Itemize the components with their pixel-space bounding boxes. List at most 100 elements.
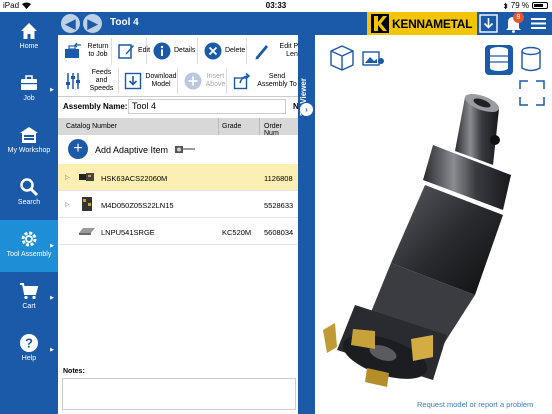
kennametal-k-logo [371, 14, 389, 33]
submenu-arrow-icon: ▶ [50, 295, 54, 301]
cylinder-view-icon[interactable] [521, 46, 541, 72]
sidebar-item-my-workshop[interactable]: My Workshop [0, 116, 58, 168]
toolbar-row-1: Return to Job Edit Details Delete Edit P… [58, 38, 298, 68]
return-to-job-button[interactable]: Return to Job [61, 38, 112, 64]
cube-view-icon[interactable] [330, 45, 354, 71]
edit-pro-length-button[interactable]: Edit Pro Len [250, 38, 298, 64]
forward-button[interactable]: ▶ [83, 14, 102, 33]
cart-icon [20, 283, 39, 300]
submenu-arrow-icon: ▶ [50, 347, 54, 353]
sliders-icon [66, 73, 80, 89]
feeds-and-speeds-button[interactable]: Feeds and Speeds [61, 68, 119, 94]
battery-fill [534, 4, 543, 7]
download-model-icon [124, 72, 142, 90]
edit-icon [118, 44, 134, 59]
bluetooth-icon [503, 2, 508, 9]
order-number: 1126808 [264, 174, 293, 183]
status-time: 03:33 [265, 1, 287, 10]
sidebar-item-job[interactable]: Job ▶ [0, 64, 58, 116]
column-order-number[interactable]: Order Num [264, 123, 298, 137]
info-icon [153, 42, 171, 60]
back-button[interactable]: ◀ [61, 14, 80, 33]
home-icon [21, 23, 37, 39]
table-row[interactable]: LNPU541SRGE KC520M 5608034 [58, 218, 298, 245]
edit-pro-length-label: Edit Pro Len [279, 43, 298, 58]
svg-text:?: ? [25, 336, 33, 351]
help-icon: ? [20, 334, 38, 352]
collapse-viewer-button[interactable]: › [300, 103, 313, 116]
column-divider [259, 118, 260, 135]
toolbar-row-2: Feeds and Speeds Download Model Insert A… [58, 68, 298, 96]
workshop-icon [20, 127, 38, 143]
sidebar-item-label: Home [19, 43, 39, 50]
insert-above-button[interactable]: Insert Above [181, 68, 227, 94]
assembly-name-input[interactable]: Tool 4 [128, 99, 286, 114]
expand-icon[interactable]: ▷ [65, 201, 70, 208]
sidebar-item-tool-assembly[interactable]: Tool Assembly ▶ [0, 220, 58, 272]
brand-logo: KENNAMETAL [367, 12, 477, 35]
order-number: 5608034 [264, 228, 294, 237]
fit-screen-icon[interactable] [519, 80, 545, 106]
download-icon[interactable] [479, 14, 498, 33]
insert-above-label: Insert Above [205, 73, 226, 88]
sidebar-item-label: Search [17, 199, 41, 206]
details-button[interactable]: Details [150, 38, 198, 64]
screenshot-icon[interactable] [362, 51, 384, 66]
feeds-and-speeds-label: Feeds and Speeds [89, 69, 114, 92]
report-problem-link[interactable]: Request model or report a problem [417, 400, 533, 409]
sidebar-item-label: Tool Assembly [6, 251, 52, 258]
edit-button[interactable]: Edit [114, 38, 151, 64]
sidebar-item-label: Help [21, 355, 37, 362]
submenu-arrow-icon: ▶ [50, 243, 54, 249]
notes-textarea[interactable] [62, 378, 296, 410]
menu-icon[interactable] [529, 14, 548, 33]
add-adaptive-item-row[interactable]: + Add Adaptive Item [58, 136, 298, 163]
sidebar-item-label: My Workshop [7, 147, 51, 154]
send-assembly-label: Send Assembly To [257, 73, 297, 88]
sidebar-item-cart[interactable]: Cart ▶ [0, 272, 58, 324]
sidebar-item-help[interactable]: ? Help ▶ [0, 324, 58, 376]
plus-circle-icon [184, 72, 202, 90]
3d-viewer-panel[interactable] [315, 35, 552, 414]
battery-percent: 79 % [510, 1, 529, 10]
download-model-label: Download Model [145, 73, 177, 88]
viewer-tab[interactable]: 3D Viewer › [298, 35, 315, 414]
column-catalog-number[interactable]: Catalog Number [66, 123, 117, 130]
sidebar-item-home[interactable]: Home [0, 12, 58, 64]
return-to-job-label: Return to Job [87, 43, 109, 58]
search-icon [20, 178, 39, 197]
edit-length-icon [255, 45, 268, 60]
grade: KC520M [222, 228, 252, 237]
submenu-arrow-icon: ▶ [50, 87, 54, 93]
tool-model [323, 93, 511, 387]
add-adaptive-item-label: Add Adaptive Item [95, 145, 169, 155]
toolbox-icon [21, 75, 37, 90]
gear-icon [21, 231, 37, 247]
top-header: ◀ ▶ Tool 4 KENNAMETAL 8 [58, 12, 552, 35]
catalog-number: LNPU541SRGE [101, 228, 155, 237]
return-to-job-icon [65, 42, 81, 58]
details-label: Details [174, 47, 196, 54]
sidebar-item-label: Job [23, 95, 35, 102]
delete-icon [204, 42, 222, 60]
add-adaptive-item-button[interactable]: + [68, 139, 88, 159]
sidebar-item-search[interactable]: Search [0, 168, 58, 220]
delete-button[interactable]: Delete [201, 38, 247, 64]
adaptive-item-icon [175, 146, 195, 153]
expand-icon[interactable]: ▷ [65, 174, 70, 181]
battery-icon [532, 2, 548, 9]
3d-model-canvas[interactable] [315, 35, 552, 414]
assembly-name-label: Assembly Name: [63, 102, 128, 111]
column-grade[interactable]: Grade [222, 123, 241, 130]
catalog-number: HSK63ACS22060M [101, 174, 168, 183]
holder-thumbnail [79, 173, 94, 181]
table-row[interactable]: ▷ M4D050Z05S22LN15 5528633 [58, 191, 298, 218]
cutter-thumbnail [82, 197, 92, 211]
edit-label: Edit [138, 47, 151, 54]
table-row[interactable]: ▷ HSK63ACS22060M 1126808 [58, 164, 298, 191]
assembly-view-icon[interactable] [485, 45, 513, 75]
download-model-button[interactable]: Download Model [121, 68, 178, 94]
brand-name: KENNAMETAL [392, 17, 473, 31]
send-assembly-button[interactable]: Send Assembly To [230, 68, 298, 94]
status-bar: iPad 03:33 79 % [0, 0, 552, 12]
